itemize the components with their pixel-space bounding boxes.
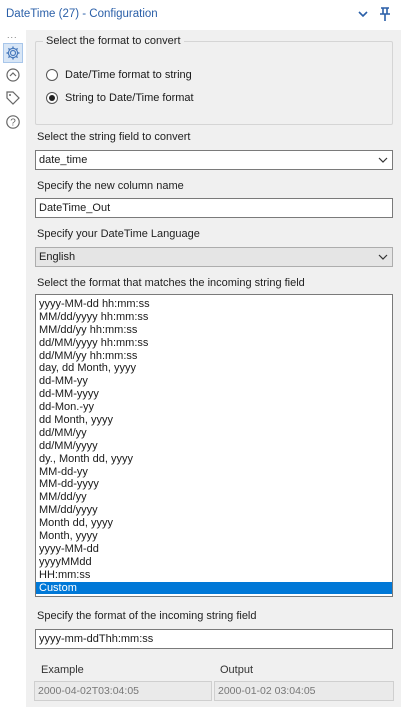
string-field-value: date_time bbox=[39, 154, 88, 166]
list-item[interactable]: day, dd Month, yyyy bbox=[36, 362, 392, 375]
list-item[interactable]: MM/dd/yyyy bbox=[36, 504, 392, 517]
chevron-down-icon[interactable] bbox=[356, 6, 370, 22]
convert-format-group: Select the format to convert Date/Time f… bbox=[35, 35, 393, 125]
custom-format-value: yyyy-mm-ddThh:mm:ss bbox=[39, 633, 154, 645]
list-item[interactable]: dd-Mon.-yy bbox=[36, 401, 392, 414]
list-item[interactable]: Month dd, yyyy bbox=[36, 517, 392, 530]
custom-format-input[interactable]: yyyy-mm-ddThh:mm:ss bbox=[35, 629, 393, 649]
string-field-label: Select the string field to convert bbox=[37, 131, 191, 143]
output-label: Output bbox=[220, 664, 254, 676]
list-item[interactable]: MM/dd/yy hh:mm:ss bbox=[36, 324, 392, 337]
example-field: 2000-04-02T03:04:05 bbox=[34, 681, 212, 701]
language-label: Specify your DateTime Language bbox=[37, 228, 200, 240]
title-bar: DateTime (27) - Configuration bbox=[0, 0, 401, 30]
chevron-down-icon[interactable] bbox=[378, 248, 388, 273]
configuration-panel: Select the format to convert Date/Time f… bbox=[26, 30, 401, 707]
custom-format-label: Specify the format of the incoming strin… bbox=[37, 610, 257, 622]
group-title: Select the format to convert bbox=[43, 35, 184, 47]
radio-datetime-to-string[interactable]: Date/Time format to string bbox=[46, 66, 192, 84]
radio-label: String to Date/Time format bbox=[65, 92, 194, 104]
gear-icon[interactable] bbox=[3, 43, 23, 63]
list-item[interactable]: MM-dd-yy bbox=[36, 466, 392, 479]
language-value: English bbox=[39, 251, 76, 263]
pin-icon[interactable] bbox=[376, 5, 394, 23]
list-item[interactable]: dd/MM/yy bbox=[36, 427, 392, 440]
more-dots[interactable]: ... bbox=[7, 30, 18, 40]
list-item[interactable]: dd-MM-yyyy bbox=[36, 388, 392, 401]
list-item[interactable]: HH:mm:ss bbox=[36, 569, 392, 582]
help-icon[interactable]: ? bbox=[3, 112, 23, 132]
list-item[interactable]: dd/MM/yyyy bbox=[36, 440, 392, 453]
list-item[interactable]: yyyy-MM-dd bbox=[36, 543, 392, 556]
list-item[interactable]: dy., Month dd, yyyy bbox=[36, 453, 392, 466]
tag-icon[interactable] bbox=[3, 88, 23, 108]
connection-icon[interactable] bbox=[3, 65, 23, 85]
left-toolbar: ... ? bbox=[0, 30, 26, 707]
new-column-input[interactable]: DateTime_Out bbox=[35, 198, 393, 218]
radio-string-to-datetime[interactable]: String to Date/Time format bbox=[46, 89, 194, 107]
radio-button-selected[interactable] bbox=[46, 92, 58, 104]
list-item[interactable]: MM/dd/yy bbox=[36, 491, 392, 504]
string-field-dropdown[interactable]: date_time bbox=[35, 150, 393, 170]
list-item[interactable]: Month, yyyy bbox=[36, 530, 392, 543]
list-item[interactable]: dd/MM/yy hh:mm:ss bbox=[36, 350, 392, 363]
new-column-value: DateTime_Out bbox=[39, 202, 111, 214]
list-item[interactable]: MM-dd-yyyy bbox=[36, 478, 392, 491]
radio-label: Date/Time format to string bbox=[65, 69, 192, 81]
list-item[interactable]: yyyy-MM-dd hh:mm:ss bbox=[36, 298, 392, 311]
list-item[interactable]: dd/MM/yyyy hh:mm:ss bbox=[36, 337, 392, 350]
format-list-label: Select the format that matches the incom… bbox=[37, 277, 305, 289]
example-label: Example bbox=[41, 664, 84, 676]
output-field: 2000-01-02 03:04:05 bbox=[214, 681, 394, 701]
list-item-selected[interactable]: Custom bbox=[36, 581, 392, 595]
list-item[interactable]: yyyyMMdd bbox=[36, 556, 392, 569]
format-listbox[interactable]: yyyy-MM-dd hh:mm:ss MM/dd/yyyy hh:mm:ss … bbox=[35, 294, 393, 597]
language-dropdown[interactable]: English bbox=[35, 247, 393, 267]
example-value: 2000-04-02T03:04:05 bbox=[38, 685, 139, 697]
list-item[interactable]: dd-MM-yy bbox=[36, 375, 392, 388]
radio-button[interactable] bbox=[46, 69, 58, 81]
list-item[interactable]: dd Month, yyyy bbox=[36, 414, 392, 427]
chevron-down-icon[interactable] bbox=[378, 151, 388, 176]
new-column-label: Specify the new column name bbox=[37, 180, 184, 192]
svg-text:?: ? bbox=[10, 118, 16, 129]
output-value: 2000-01-02 03:04:05 bbox=[218, 685, 316, 697]
window-title: DateTime (27) - Configuration bbox=[6, 8, 158, 20]
list-item[interactable]: MM/dd/yyyy hh:mm:ss bbox=[36, 311, 392, 324]
